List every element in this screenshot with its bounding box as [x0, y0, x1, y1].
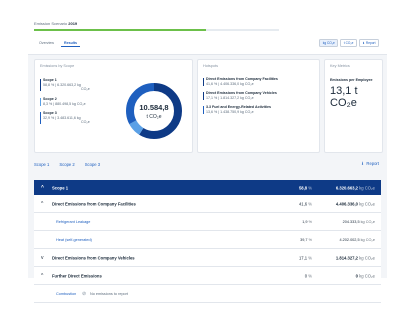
app-frame: Emission Scenario 2019 Overview Results …	[28, 16, 387, 303]
unit-kg-button[interactable]: kg CO₂e	[319, 39, 339, 47]
unit-switcher: kg CO₂e t CO₂e ⬇ Report	[319, 39, 379, 47]
legend-scope-3: Scope 3 32,9 % | 3.483.611,6 kg CO₂e	[40, 111, 90, 125]
scope-row[interactable]: ^ Scope 1 58,8 % 6.320.663,2 kg CO₂e	[34, 180, 381, 195]
table-row[interactable]: Combustion ⊘ No emissions to report	[34, 285, 381, 303]
chevron-up-icon: ^	[41, 184, 44, 191]
tab-scope-1[interactable]: Scope 1	[34, 162, 49, 167]
hotspot-item[interactable]: Direct Emissions from Company Facilities…	[203, 77, 278, 86]
chevron-up-icon: ^	[41, 272, 44, 279]
scope-donut-chart: 10.584,8 t CO₂e	[126, 83, 182, 139]
metric-value: 13,1 t CO₂e	[330, 85, 358, 109]
card-title: Key Metrics	[330, 64, 350, 68]
table-row[interactable]: v Direct Emissions from Company Vehicles…	[34, 249, 381, 267]
page-title: Emission Scenario 2019	[34, 21, 78, 26]
table-row[interactable]: ^ Direct Emissions from Company Faciliti…	[34, 195, 381, 213]
hotspot-item[interactable]: 3.3 Fuel and Energy-Related Activities 1…	[203, 105, 271, 114]
chevron-up-icon: ^	[41, 200, 44, 207]
header: Emission Scenario 2019 Overview Results …	[28, 16, 387, 55]
card-title: Emissions by Scope	[40, 64, 75, 68]
table-row[interactable]: Heat (self-generated) 39,7 % 4.202.002,5…	[34, 231, 381, 249]
scope-tabs: Scope 1 Scope 2 Scope 3	[34, 162, 100, 167]
scope-table: ^ Scope 1 58,8 % 6.320.663,2 kg CO₂e ^ D…	[34, 180, 381, 303]
progress-fill	[34, 29, 206, 31]
unit-t-button[interactable]: t CO₂e	[340, 39, 357, 47]
chevron-down-icon: v	[41, 254, 44, 261]
table-row[interactable]: ^ Further Direct Emissions 0 % 0 kg CO₂e	[34, 267, 381, 285]
tab-scope-3[interactable]: Scope 3	[85, 162, 100, 167]
header-report-button[interactable]: ⬇ Report	[358, 39, 379, 47]
tab-results[interactable]: Results	[60, 39, 80, 47]
legend-scope-1: Scope 1 58,8 % | 6.320.663,2 kg CO₂e	[40, 78, 90, 92]
download-icon: ⭳	[361, 161, 364, 167]
no-entry-icon: ⊘	[82, 290, 87, 297]
tab-overview[interactable]: Overview	[36, 39, 57, 47]
emissions-by-scope-card: Emissions by Scope Scope 1 58,8 % | 6.32…	[34, 59, 193, 153]
hotspot-item[interactable]: Direct Emissions from Company Vehicles 1…	[203, 91, 277, 100]
legend-scope-2: Scope 2 8,3 % | 880.498,5 kg CO₂e	[40, 97, 86, 106]
card-title: Hotspots	[203, 64, 218, 68]
report-button[interactable]: ⭳ Report	[362, 161, 379, 169]
donut-total-value: 10.584,8	[139, 103, 168, 112]
metric-label: Emissions per Employee	[330, 78, 373, 82]
table-row[interactable]: Refrigerant Leakage 1,9 % 204.333,5 kg C…	[34, 213, 381, 231]
key-metrics-card: Key Metrics Emissions per Employee 13,1 …	[324, 59, 383, 153]
progress-bar	[34, 29, 279, 31]
tab-scope-2[interactable]: Scope 2	[59, 162, 74, 167]
view-tabs: Overview Results	[36, 39, 80, 47]
hotspots-card: Hotspots Direct Emissions from Company F…	[197, 59, 320, 153]
donut-total-unit: t CO₂e	[147, 114, 162, 120]
